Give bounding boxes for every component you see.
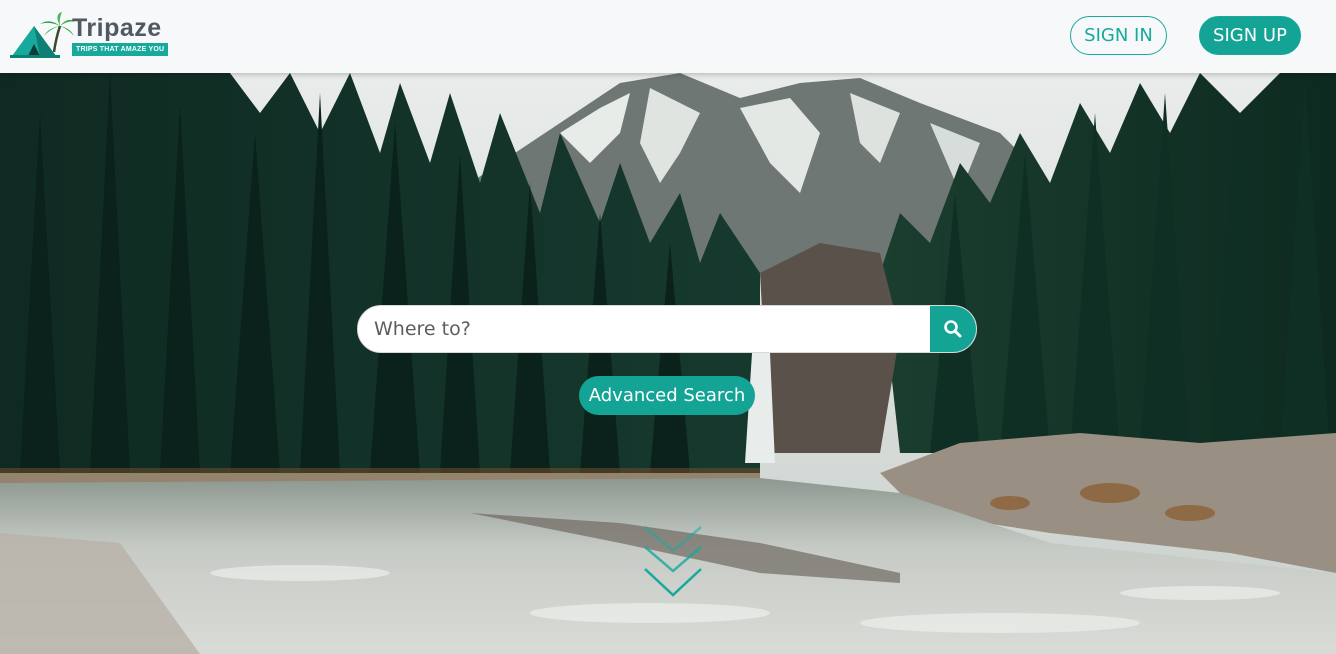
sign-in-button[interactable]: SIGN IN (1070, 16, 1167, 55)
advanced-search-button[interactable]: Advanced Search (579, 376, 755, 415)
brand-logo[interactable]: Tripaze TRIPS THAT AMAZE YOU (10, 12, 180, 60)
tent-palm-logo-icon (10, 12, 74, 58)
destination-search-input[interactable] (358, 306, 932, 352)
sign-up-button[interactable]: SIGN UP (1199, 16, 1301, 55)
search-button[interactable] (930, 306, 976, 352)
search-icon (944, 320, 962, 338)
search-bar (357, 305, 977, 353)
double-chevron-down-icon[interactable] (641, 525, 705, 599)
hero-section: Advanced Search (0, 73, 1336, 654)
logo-tagline: TRIPS THAT AMAZE YOU (72, 43, 169, 56)
top-navbar: Tripaze TRIPS THAT AMAZE YOU SIGN IN SIG… (0, 0, 1336, 73)
logo-wordmark: Tripaze (72, 14, 162, 42)
